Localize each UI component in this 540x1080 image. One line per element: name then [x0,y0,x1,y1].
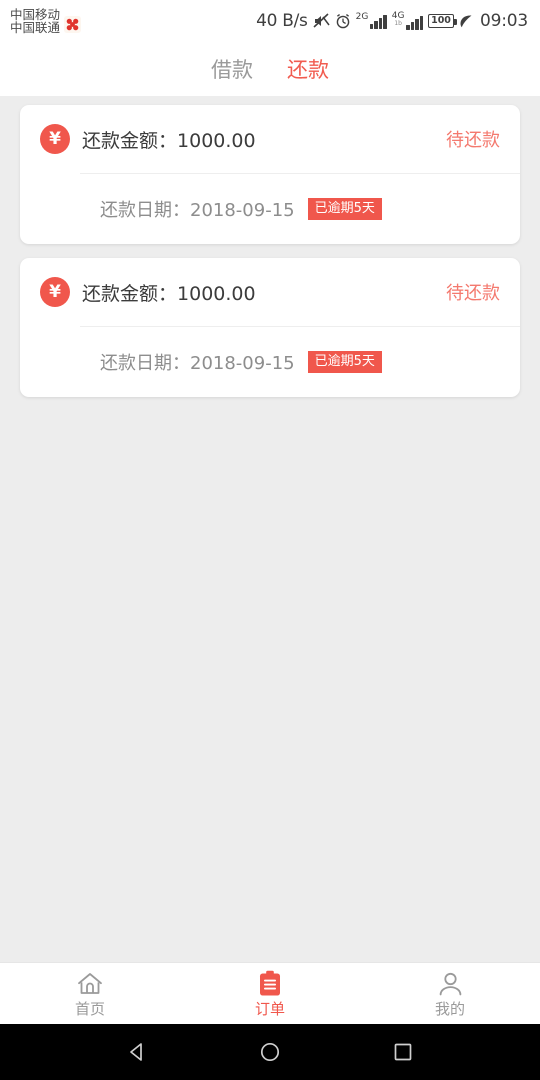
recents-square-icon[interactable] [390,1039,416,1065]
yen-symbol: ¥ [49,281,61,302]
status-badge: 待还款 [446,130,500,151]
repayment-amount-value: 1000.00 [177,282,256,305]
overdue-badge: 已逾期5天 [307,350,382,374]
repayment-list: ¥ 还款金额：1000.00 待还款 还款日期：2018-09-15 已逾期5天… [0,96,540,962]
repayment-date-value: 2018-09-15 [190,200,295,221]
mute-icon [313,13,330,29]
repayment-date-label: 还款日期： [100,200,190,221]
repayment-date: 还款日期：2018-09-15 [100,349,295,375]
nav-label-home: 首页 [74,1000,105,1018]
repayment-card[interactable]: ¥ 还款金额：1000.00 待还款 还款日期：2018-09-15 已逾期5天 [20,105,520,244]
signal-indicator-4g: 4G 1b [392,12,423,30]
nav-item-home[interactable]: 首页 [0,970,180,1017]
card-footer-row: 还款日期：2018-09-15 已逾期5天 [40,327,500,397]
carrier-name-secondary: 中国联通 [10,20,61,35]
yen-symbol: ¥ [49,128,61,149]
card-header-row: ¥ 还款金额：1000.00 待还款 [40,105,500,173]
repayment-amount: 还款金额：1000.00 [82,279,446,306]
nav-label-profile: 我的 [434,1000,465,1018]
repayment-date-label: 还款日期： [100,353,190,374]
status-bar: 中国移动 中国联通 40 B/s 2G 4G 1b 100 09:03 [0,0,540,42]
tab-bar: 借款 还款 [0,42,540,96]
leaf-icon [459,14,473,29]
yen-icon: ¥ [40,277,70,307]
home-icon [76,970,104,997]
tab-repayment[interactable]: 还款 [283,52,333,86]
carrier-info: 中国移动 中国联通 [10,8,82,34]
clock-time: 09:03 [480,11,528,31]
alarm-clock-icon [335,13,351,29]
yen-icon: ¥ [40,124,70,154]
overdue-badge: 已逾期5天 [307,197,382,221]
signal-label-4g: 4G 1b [392,12,405,27]
signal-indicator-2g: 2G [356,13,387,29]
nav-item-orders[interactable]: 订单 [180,970,360,1017]
clipboard-icon [257,970,283,997]
repayment-amount-label: 还款金额： [82,282,178,305]
repayment-date: 还款日期：2018-09-15 [100,196,295,222]
signal-bars-4g [406,16,423,30]
red-flower-badge-icon [64,16,82,33]
bottom-navigation: 首页 订单 我的 [0,962,540,1024]
network-speed: 40 B/s [256,11,308,31]
signal-label-2g: 2G [355,12,369,22]
back-triangle-icon[interactable] [124,1039,150,1065]
nav-item-profile[interactable]: 我的 [360,970,540,1017]
signal-bars-2g [369,15,387,29]
status-icons: 40 B/s 2G 4G 1b 100 09:03 [256,11,528,31]
tab-loan[interactable]: 借款 [207,52,257,86]
repayment-amount: 还款金额：1000.00 [82,126,446,153]
status-badge: 待还款 [446,283,500,304]
repayment-date-value: 2018-09-15 [190,353,295,374]
person-icon [437,970,464,997]
battery-level: 100 [431,15,451,27]
card-footer-row: 还款日期：2018-09-15 已逾期5天 [40,174,500,244]
repayment-card[interactable]: ¥ 还款金额：1000.00 待还款 还款日期：2018-09-15 已逾期5天 [20,258,520,397]
card-header-row: ¥ 还款金额：1000.00 待还款 [40,258,500,326]
nav-label-orders: 订单 [254,1000,285,1018]
android-navigation-bar [0,1024,540,1080]
carrier-names: 中国移动 中国联通 [10,8,60,34]
signal-sublabel-4g: 1b [394,20,402,27]
phone-screen: 中国移动 中国联通 40 B/s 2G 4G 1b 100 09:03 借款 还… [0,0,540,1080]
home-circle-icon[interactable] [257,1039,283,1065]
repayment-amount-label: 还款金额： [82,129,178,152]
repayment-amount-value: 1000.00 [177,129,256,152]
battery-indicator: 100 [428,14,457,28]
